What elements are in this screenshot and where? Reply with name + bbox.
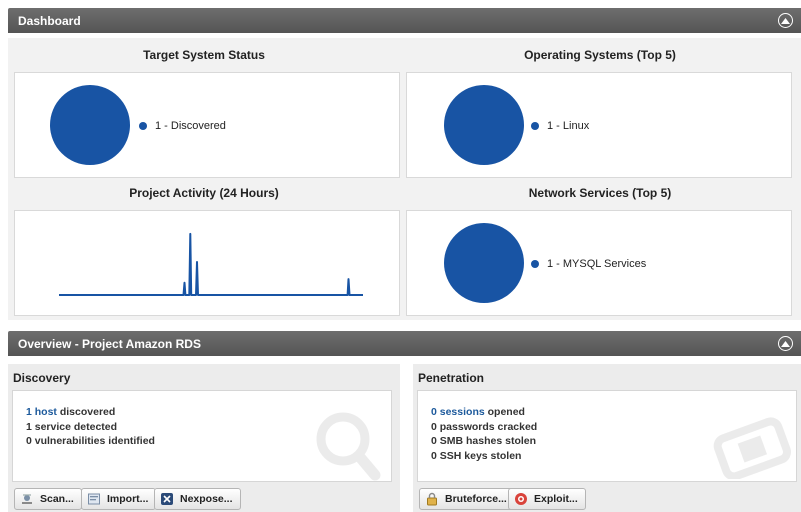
plug-icon xyxy=(713,417,791,479)
ssh-stat: 0 SSH keys stolen xyxy=(431,449,522,462)
nexpose-icon xyxy=(160,492,174,506)
project-activity-chart xyxy=(14,210,400,316)
legend-item: 1 - Linux xyxy=(531,120,589,132)
exploit-button-label: Exploit... xyxy=(534,493,578,505)
hosts-stat: 1 host discovered xyxy=(26,406,116,418)
target-status-chart: 1 - Discovered xyxy=(14,72,400,178)
magnifier-icon xyxy=(316,412,381,481)
operating-systems-title: Operating Systems (Top 5) xyxy=(524,48,676,62)
import-icon xyxy=(87,492,101,506)
exploit-icon xyxy=(514,492,528,506)
dashboard-collapse-button[interactable] xyxy=(778,13,793,28)
scan-button-label: Scan... xyxy=(40,493,74,505)
smb-stat: 0 SMB hashes stolen xyxy=(431,435,537,447)
legend-label: 1 - Discovered xyxy=(155,120,226,132)
legend-label: 1 - MYSQL Services xyxy=(547,258,647,270)
network-services-widget: Network Services (Top 5) 1 - MYSQL Servi… xyxy=(404,178,796,316)
discovery-stats: 1 host discovered 1 service detected 0 v… xyxy=(12,390,392,482)
activity-line-chart xyxy=(59,232,363,296)
chevron-up-icon xyxy=(781,17,790,24)
overview-header: Overview - Project Amazon RDS xyxy=(8,331,801,356)
penetration-panel: Penetration 0 sessions opened 0 password… xyxy=(413,364,801,512)
penetration-title: Penetration xyxy=(418,371,485,385)
operating-systems-chart: 1 - Linux xyxy=(406,72,792,178)
chevron-up-icon xyxy=(781,340,790,347)
discovery-title: Discovery xyxy=(13,371,71,385)
import-button-label: Import... xyxy=(107,493,149,505)
target-status-title: Target System Status xyxy=(143,48,265,62)
vulns-stat: 0 vulnerabilities identified xyxy=(26,435,155,447)
bruteforce-button[interactable]: Bruteforce... xyxy=(419,488,515,510)
dashboard-header: Dashboard xyxy=(8,8,801,33)
legend-dot xyxy=(531,260,539,268)
services-stat: 1 service detected xyxy=(26,420,118,433)
pie-slice-mysql[interactable] xyxy=(444,223,524,303)
legend-dot xyxy=(531,122,539,130)
exploit-button[interactable]: Exploit... xyxy=(508,488,586,510)
legend-item: 1 - MYSQL Services xyxy=(531,258,646,270)
legend-item: 1 - Discovered xyxy=(139,120,226,132)
hosts-link[interactable]: 1 host xyxy=(26,406,57,418)
operating-systems-widget: Operating Systems (Top 5) 1 - Linux xyxy=(404,40,796,178)
pie-slice-discovered[interactable] xyxy=(50,85,130,165)
nexpose-button-label: Nexpose... xyxy=(180,493,233,505)
project-activity-widget: Project Activity (24 Hours) xyxy=(8,178,400,316)
network-services-chart: 1 - MYSQL Services xyxy=(406,210,792,316)
overview-title: Overview - Project Amazon RDS xyxy=(18,336,201,351)
legend-dot xyxy=(139,122,147,130)
dashboard-panel: Target System Status 1 - Discovered Oper… xyxy=(8,38,801,320)
activity-series-line xyxy=(59,232,363,296)
legend-label: 1 - Linux xyxy=(547,120,590,132)
import-button[interactable]: Import... xyxy=(81,488,157,510)
scan-button[interactable]: Scan... xyxy=(14,488,82,510)
network-services-title: Network Services (Top 5) xyxy=(528,186,672,200)
overview-collapse-button[interactable] xyxy=(778,336,793,351)
pie-slice-linux[interactable] xyxy=(444,85,524,165)
sessions-stat: 0 sessions opened xyxy=(431,406,525,418)
target-status-widget: Target System Status 1 - Discovered xyxy=(8,40,400,178)
dashboard-title: Dashboard xyxy=(18,13,81,28)
penetration-stats: 0 sessions opened 0 passwords cracked 0 … xyxy=(417,390,797,482)
lock-icon xyxy=(425,492,439,506)
project-activity-title: Project Activity (24 Hours) xyxy=(129,186,279,200)
bruteforce-button-label: Bruteforce... xyxy=(445,493,507,505)
passwords-stat: 0 passwords cracked xyxy=(431,420,538,433)
scan-icon xyxy=(20,492,34,506)
discovery-panel: Discovery 1 host discovered 1 service de… xyxy=(8,364,400,512)
nexpose-button[interactable]: Nexpose... xyxy=(154,488,241,510)
sessions-link[interactable]: 0 sessions xyxy=(431,406,485,418)
